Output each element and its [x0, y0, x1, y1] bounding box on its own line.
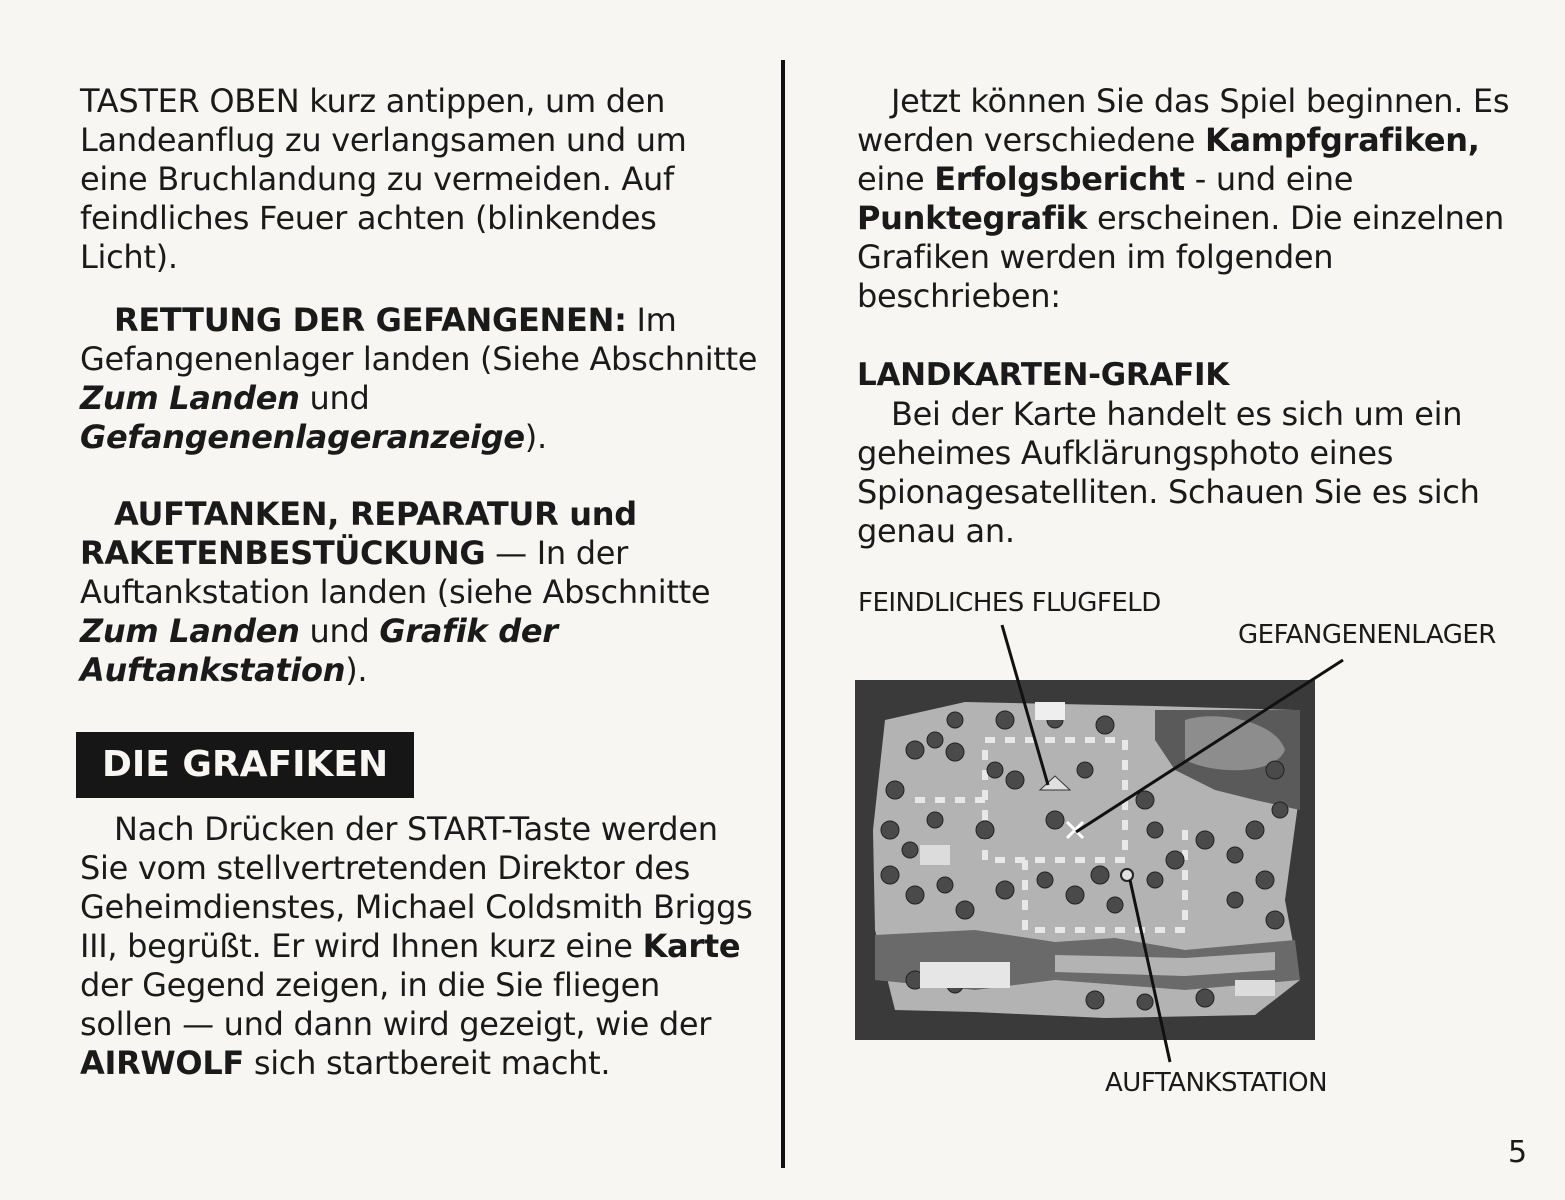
- game-start-paragraph: Jetzt können Sie das Spiel beginnen. Es …: [857, 82, 1537, 316]
- page-number: 5: [1508, 1135, 1528, 1170]
- manual-page: TASTER OBEN kurz antippen, um den Landea…: [0, 0, 1565, 1200]
- score-graphic-term: Punktegrafik: [857, 199, 1088, 237]
- landing-instructions: TASTER OBEN kurz antippen, um den Landea…: [80, 82, 687, 276]
- column-divider: [781, 60, 785, 1168]
- graphics-intro-map: Karte: [642, 927, 741, 965]
- rescue-text-and: und: [299, 379, 370, 417]
- game-start-text-3: - und eine: [1184, 160, 1354, 198]
- refuel-ref-landing: Zum Landen: [80, 612, 300, 650]
- map-screenshot: [855, 680, 1315, 1040]
- rescue-text-end: ).: [524, 418, 547, 456]
- section-title: DIE GRAFIKEN: [76, 732, 415, 798]
- refuel-text-and: und: [299, 612, 380, 650]
- graphics-intro: Nach Drücken der START-Taste werden Sie …: [80, 810, 760, 1083]
- graphics-intro-airwolf: AIRWOLF: [80, 1044, 244, 1082]
- game-start-text-2: eine: [857, 160, 935, 198]
- success-report-term: Erfolgsbericht: [934, 160, 1185, 198]
- map-graphic-description: Bei der Karte handelt es sich um ein geh…: [857, 395, 1480, 550]
- graphics-intro-text-3: sich startbereit macht.: [243, 1044, 611, 1082]
- label-prison-camp: GEFANGENENLAGER: [1238, 620, 1496, 650]
- left-column: TASTER OBEN kurz antippen, um den Landea…: [76, 82, 760, 1083]
- rescue-paragraph: RETTUNG DER GEFANGENEN: Im Gefangenenlag…: [80, 301, 760, 457]
- graphics-intro-text-2: der Gegend zeigen, in die Sie fliegen so…: [80, 966, 712, 1043]
- label-enemy-airfield: FEINDLICHES FLUGFELD: [858, 588, 1161, 618]
- label-refuel-station: AUFTANKSTATION: [1105, 1068, 1328, 1098]
- refuel-paragraph: AUFTANKEN, REPARATUR und RAKETENBESTÜCKU…: [80, 495, 760, 690]
- combat-graphics-term: Kampfgrafiken,: [1204, 121, 1480, 159]
- rescue-heading: RETTUNG DER GEFANGENEN:: [114, 301, 627, 339]
- rescue-ref-camp-display: Gefangenenlageranzeige: [80, 418, 525, 456]
- right-column: Jetzt können Sie das Spiel beginnen. Es …: [857, 82, 1537, 551]
- refuel-text-end: ).: [345, 651, 368, 689]
- rescue-ref-landing: Zum Landen: [80, 379, 300, 417]
- map-graphic-heading: LANDKARTEN-GRAFIK: [857, 357, 1229, 393]
